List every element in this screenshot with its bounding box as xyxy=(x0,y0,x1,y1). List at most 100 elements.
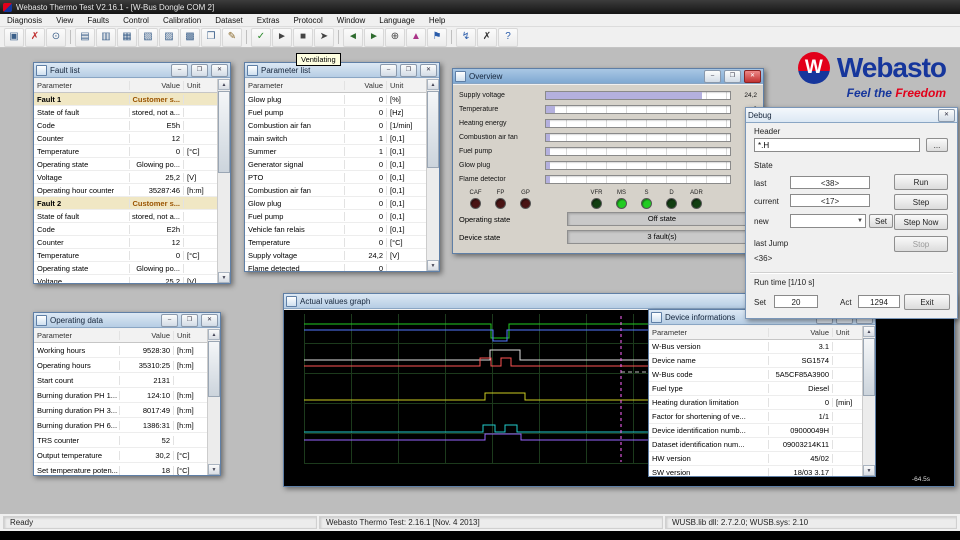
scrollbar-thumb[interactable] xyxy=(863,338,875,396)
exit-button[interactable]: Exit xyxy=(904,294,950,310)
scrollbar-thumb[interactable] xyxy=(208,341,220,397)
scroll-up-icon[interactable]: ▲ xyxy=(427,79,439,90)
close-button[interactable]: ✕ xyxy=(938,109,955,122)
scrollbar-track[interactable] xyxy=(863,337,875,465)
dataset-icon[interactable]: ❐ xyxy=(201,28,221,47)
table-row[interactable]: Start count2131 xyxy=(34,373,207,388)
search-icon[interactable]: ⊙ xyxy=(46,28,66,47)
scroll-down-icon[interactable]: ▼ xyxy=(218,272,230,283)
scroll-up-icon[interactable]: ▲ xyxy=(863,326,875,337)
restore-button[interactable]: ❐ xyxy=(181,314,198,327)
table-row[interactable]: Fuel pump0[0,1] xyxy=(245,210,426,223)
vertical-scrollbar[interactable]: ▲ ▼ xyxy=(426,79,439,271)
table-row[interactable]: Fault 1Customer s... xyxy=(34,93,217,106)
table-row[interactable]: Working hours9528:30[h:m] xyxy=(34,343,207,358)
step-now-button[interactable]: Step Now xyxy=(894,214,948,230)
table-row[interactable]: Fuel pump0[Hz] xyxy=(245,106,426,119)
play-icon[interactable]: ► xyxy=(272,28,292,47)
restore-button[interactable]: ❐ xyxy=(191,64,208,77)
table-row[interactable]: Burning duration PH 3...8017:49[h:m] xyxy=(34,403,207,418)
scroll-down-icon[interactable]: ▼ xyxy=(427,260,439,271)
minimize-button[interactable]: – xyxy=(704,70,721,83)
scrollbar-thumb[interactable] xyxy=(218,91,230,173)
scroll-down-icon[interactable]: ▼ xyxy=(208,464,220,475)
flag-icon[interactable]: ⚑ xyxy=(427,28,447,47)
table-row[interactable]: PTO0[0,1] xyxy=(245,171,426,184)
table-row[interactable]: Operating stateGlowing po... xyxy=(34,158,217,171)
vertical-scrollbar[interactable]: ▲ ▼ xyxy=(207,329,220,475)
vertical-scrollbar[interactable]: ▲ ▼ xyxy=(217,79,230,283)
table-row[interactable]: Counter12 xyxy=(34,132,217,145)
menu-item-window[interactable]: Window xyxy=(330,14,372,27)
table-row[interactable]: Factor for shortening of ve...1/1 xyxy=(649,410,862,424)
pointer-icon[interactable]: ➤ xyxy=(314,28,334,47)
table-row[interactable]: Device nameSG1574 xyxy=(649,354,862,368)
table-row[interactable]: Operating stateGlowing po... xyxy=(34,262,217,275)
table-row[interactable]: Supply voltage24,2[V] xyxy=(245,249,426,262)
close-button[interactable]: ✕ xyxy=(744,70,761,83)
table-row[interactable]: Summer1[0,1] xyxy=(245,145,426,158)
menu-item-extras[interactable]: Extras xyxy=(250,14,287,27)
scroll-down-icon[interactable]: ▼ xyxy=(863,465,875,476)
table-row[interactable]: CodeE5h xyxy=(34,119,217,132)
new-window-icon[interactable]: ▣ xyxy=(4,28,24,47)
scrollbar-track[interactable] xyxy=(218,90,230,272)
device-info-icon[interactable]: ▨ xyxy=(159,28,179,47)
scrollbar-track[interactable] xyxy=(208,340,220,464)
overview-icon[interactable]: ▦ xyxy=(117,28,137,47)
table-row[interactable]: Combustion air fan0[0,1] xyxy=(245,184,426,197)
table-row[interactable]: Glow plug0[%] xyxy=(245,93,426,106)
scrollbar-track[interactable] xyxy=(427,90,439,260)
table-row[interactable]: Heating duration limitation0[min] xyxy=(649,396,862,410)
table-row[interactable]: State of faultstored, not a... xyxy=(34,210,217,223)
operating-data-icon[interactable]: ▧ xyxy=(138,28,158,47)
parameter-list-titlebar[interactable]: Parameter list – ❐ ✕ xyxy=(245,63,439,78)
runtime-set-field[interactable]: 20 xyxy=(774,295,818,308)
lightning-icon[interactable]: ↯ xyxy=(456,28,476,47)
chart-icon[interactable]: ▲ xyxy=(406,28,426,47)
menu-item-calibration[interactable]: Calibration xyxy=(156,14,208,27)
table-row[interactable]: Burning duration PH 1...124:10[h:m] xyxy=(34,388,207,403)
menu-item-dataset[interactable]: Dataset xyxy=(208,14,250,27)
stop-button[interactable]: Stop xyxy=(894,236,948,252)
table-row[interactable]: Dataset identification num...09003214K11 xyxy=(649,438,862,452)
table-row[interactable]: Counter12 xyxy=(34,236,217,249)
table-row[interactable]: Vehicle fan relais0[0,1] xyxy=(245,223,426,236)
menu-item-control[interactable]: Control xyxy=(116,14,156,27)
fault-list-titlebar[interactable]: Fault list – ❐ ✕ xyxy=(34,63,230,78)
parameter-list-icon[interactable]: ▥ xyxy=(96,28,116,47)
fault-list-icon[interactable]: ▤ xyxy=(75,28,95,47)
restore-button[interactable]: ❐ xyxy=(400,64,417,77)
zoom-icon[interactable]: ⊕ xyxy=(385,28,405,47)
table-row[interactable]: Fault 2Customer s... xyxy=(34,197,217,210)
menu-item-view[interactable]: View xyxy=(49,14,80,27)
set-state-button[interactable]: Set xyxy=(869,214,893,228)
table-row[interactable]: Burning duration PH 6...1386:31[h:m] xyxy=(34,418,207,433)
table-row[interactable]: main switch1[0,1] xyxy=(245,132,426,145)
operating-data-titlebar[interactable]: Operating data – ❐ ✕ xyxy=(34,313,220,328)
scroll-up-icon[interactable]: ▲ xyxy=(208,329,220,340)
back-icon[interactable]: ◄ xyxy=(343,28,363,47)
table-row[interactable]: State of faultstored, not a... xyxy=(34,106,217,119)
table-row[interactable]: Generator signal0[0,1] xyxy=(245,158,426,171)
menu-item-protocol[interactable]: Protocol xyxy=(286,14,329,27)
table-row[interactable]: Fuel typeDiesel xyxy=(649,382,862,396)
table-row[interactable]: TRS counter52 xyxy=(34,433,207,448)
table-row[interactable]: Combustion air fan0[1/min] xyxy=(245,119,426,132)
table-row[interactable]: Operating hours35310:25[h:m] xyxy=(34,358,207,373)
table-row[interactable]: Flame detected0 xyxy=(245,262,426,271)
scrollbar-thumb[interactable] xyxy=(427,91,439,168)
edit-icon[interactable]: ✎ xyxy=(222,28,242,47)
table-row[interactable]: Temperature0[°C] xyxy=(34,145,217,158)
table-row[interactable]: HW version45/02 xyxy=(649,452,862,466)
table-row[interactable]: Device identification numb...09000049H xyxy=(649,424,862,438)
graph-icon[interactable]: ▩ xyxy=(180,28,200,47)
minimize-button[interactable]: – xyxy=(380,64,397,77)
table-row[interactable]: Voltage25,2[V] xyxy=(34,171,217,184)
help-icon[interactable]: ? xyxy=(498,28,518,47)
new-state-dropdown[interactable]: ▼ xyxy=(790,214,866,228)
scroll-up-icon[interactable]: ▲ xyxy=(218,79,230,90)
table-row[interactable]: Temperature0[°C] xyxy=(245,236,426,249)
table-row[interactable]: Temperature0[°C] xyxy=(34,249,217,262)
table-row[interactable]: Set temperature poten...18[°C] xyxy=(34,463,207,475)
